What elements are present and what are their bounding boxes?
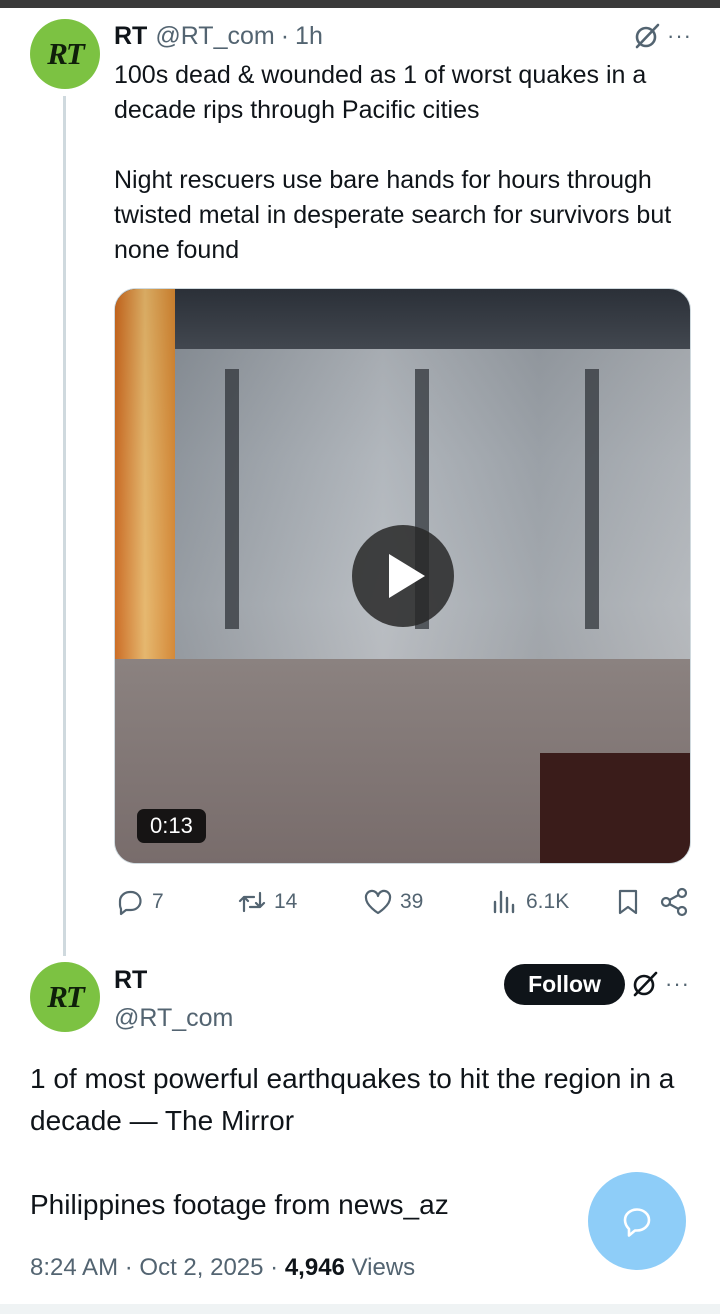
repost-icon [238,891,266,913]
grok-icon[interactable] [631,20,663,52]
video-frame-background [175,349,690,689]
play-button[interactable] [352,525,454,627]
tweet-header: RT @RT_com [114,964,233,1034]
tweet-header-actions: ··· [629,968,690,1000]
author-handle[interactable]: @RT_com [114,1002,233,1034]
author-handle[interactable]: @RT_com [155,22,274,51]
share-icon [660,887,688,917]
bookmark-button[interactable] [612,886,650,918]
analytics-icon [493,890,515,914]
rt-logo: RT [47,36,85,71]
bottom-divider [0,1304,720,1314]
share-button[interactable] [658,886,696,918]
tweet-text: 100s dead & wounded as 1 of worst quakes… [114,58,694,303]
grok-icon[interactable] [629,968,661,1000]
separator-dot: · [124,1254,133,1281]
more-options-icon[interactable]: ··· [667,25,692,47]
follow-button[interactable]: Follow [504,964,625,1005]
video-player[interactable]: 0:13 [114,288,691,864]
play-icon [389,554,425,598]
repost-button[interactable]: 14 [236,886,297,918]
like-button[interactable]: 39 [362,886,423,918]
post-date[interactable]: Oct 2, 2025 [139,1254,263,1281]
author-name[interactable]: RT [114,964,233,996]
thread-connector-line [63,96,66,956]
views-count: 4,946 [284,1254,345,1281]
heart-icon [364,889,392,915]
reply-icon [118,890,142,916]
separator-dot: · [270,1254,279,1281]
tweet-paragraph: 1 of most powerful earthquakes to hit th… [30,1063,675,1136]
tweet-metadata: 8:24 AM · Oct 2, 2025 · 4,946 Views [30,1254,415,1282]
rt-logo: RT [47,979,85,1014]
tweet-header: RT @RT_com · 1h [114,20,323,52]
avatar[interactable]: RT [30,962,100,1032]
views-label: Views [351,1254,416,1281]
tweet-paragraph: 100s dead & wounded as 1 of worst quakes… [114,61,647,124]
avatar[interactable]: RT [30,19,100,89]
reply-count: 7 [152,890,164,913]
more-options-icon[interactable]: ··· [665,973,690,995]
tweet-actions-bar: 7 14 39 6.1K [114,886,694,926]
views-count: 6.1K [526,890,570,913]
author-name[interactable]: RT [114,22,147,51]
video-duration: 0:13 [137,809,206,843]
reply-button[interactable]: 7 [114,886,164,918]
compose-reply-button[interactable] [588,1172,686,1270]
tweet-header-actions: ··· [631,20,692,52]
post-time[interactable]: 8:24 AM [30,1254,118,1281]
repost-count: 14 [274,890,298,913]
chat-bubble-icon [623,1208,651,1237]
separator-dot: · [280,21,290,50]
like-count: 39 [400,890,424,913]
post-time[interactable]: 1h [295,22,323,51]
views-button[interactable]: 6.1K [488,886,569,918]
status-bar-strip [0,0,720,8]
bookmark-icon [618,889,638,915]
tweet-paragraph: Night rescuers use bare hands for hours … [114,166,672,264]
